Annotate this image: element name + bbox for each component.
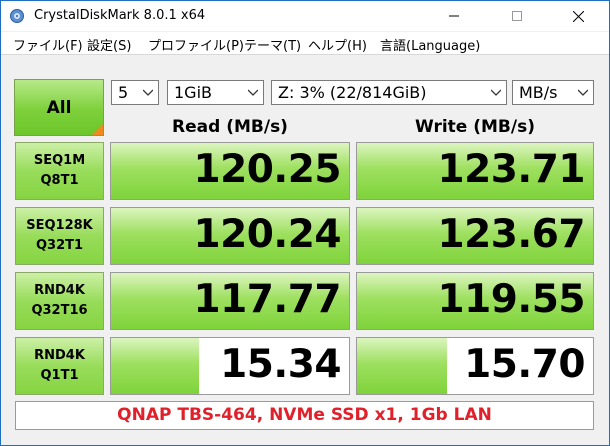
read-result: 120.24 xyxy=(110,207,350,265)
menu-bar: ファイル(F) 設定(S) プロファイル(P) テーマ(T) ヘルプ(H) 言語… xyxy=(1,32,609,55)
unit-select[interactable]: MB/s xyxy=(512,80,594,105)
menu-settings[interactable]: 設定(S) xyxy=(87,35,131,54)
write-value: 123.71 xyxy=(437,147,586,192)
maximize-button[interactable] xyxy=(494,1,540,31)
test-name: RND4K xyxy=(34,283,85,298)
write-header: Write (MB/s) xyxy=(415,117,535,137)
maximize-icon xyxy=(512,11,522,21)
menu-help[interactable]: ヘルプ(H) xyxy=(308,35,367,54)
menu-theme[interactable]: テーマ(T) xyxy=(244,35,301,54)
crystaldiskmark-icon xyxy=(10,9,24,23)
minimize-icon xyxy=(449,15,459,17)
size-select[interactable]: 1GiB xyxy=(167,80,264,105)
menu-file[interactable]: ファイル(F) xyxy=(13,35,83,54)
read-value: 15.34 xyxy=(220,342,341,387)
minimize-button[interactable] xyxy=(431,1,477,31)
write-result: 119.55 xyxy=(356,272,594,330)
title-bar[interactable]: CrystalDiskMark 8.0.1 x64 xyxy=(1,1,609,31)
write-value: 119.55 xyxy=(437,277,586,322)
read-result: 117.77 xyxy=(110,272,350,330)
chevron-down-icon xyxy=(491,89,501,96)
test-name: SEQ128K xyxy=(26,218,93,233)
drive-value: Z: 3% (22/814GiB) xyxy=(278,83,427,102)
test-rnd4k-q1t1-button[interactable]: RND4K Q1T1 xyxy=(15,337,104,395)
test-name: RND4K xyxy=(34,348,85,363)
test-seq128k-q32t1-button[interactable]: SEQ128K Q32T1 xyxy=(15,207,104,265)
all-button[interactable]: All xyxy=(14,79,104,136)
read-result: 15.34 xyxy=(110,337,350,395)
test-params: Q8T1 xyxy=(40,173,79,188)
test-name: SEQ1M xyxy=(33,153,86,168)
comment-field[interactable]: QNAP TBS-464, NVMe SSD x1, 1Gb LAN xyxy=(15,401,594,430)
write-value: 123.67 xyxy=(437,212,586,257)
write-bar xyxy=(357,338,447,394)
read-result: 120.25 xyxy=(110,142,350,200)
read-header: Read (MB/s) xyxy=(172,117,288,137)
menu-profile[interactable]: プロファイル(P) xyxy=(148,35,244,54)
test-params: Q32T1 xyxy=(35,238,84,253)
chevron-down-icon xyxy=(248,89,258,96)
write-result: 123.67 xyxy=(356,207,594,265)
window-title: CrystalDiskMark 8.0.1 x64 xyxy=(34,8,206,23)
unit-value: MB/s xyxy=(519,83,558,102)
chevron-down-icon xyxy=(143,89,153,96)
close-icon xyxy=(572,10,584,22)
read-value: 120.25 xyxy=(193,147,342,192)
drive-select[interactable]: Z: 3% (22/814GiB) xyxy=(271,80,507,105)
write-value: 15.70 xyxy=(464,342,585,387)
menu-language[interactable]: 言語(Language) xyxy=(380,35,480,54)
write-result: 123.71 xyxy=(356,142,594,200)
test-params: Q32T16 xyxy=(31,303,88,318)
read-value: 120.24 xyxy=(193,212,342,257)
count-select[interactable]: 5 xyxy=(111,80,159,105)
count-value: 5 xyxy=(118,83,129,102)
chevron-down-icon xyxy=(578,89,588,96)
test-rnd4k-q32t16-button[interactable]: RND4K Q32T16 xyxy=(15,272,104,330)
write-result: 15.70 xyxy=(356,337,594,395)
size-value: 1GiB xyxy=(174,83,212,102)
read-bar xyxy=(111,338,200,394)
all-button-label: All xyxy=(46,97,72,118)
corner-marker xyxy=(92,124,103,135)
test-seq1m-q8t1-button[interactable]: SEQ1M Q8T1 xyxy=(15,142,104,200)
read-value: 117.77 xyxy=(193,277,342,322)
test-params: Q1T1 xyxy=(40,368,79,383)
close-button[interactable] xyxy=(555,1,601,31)
